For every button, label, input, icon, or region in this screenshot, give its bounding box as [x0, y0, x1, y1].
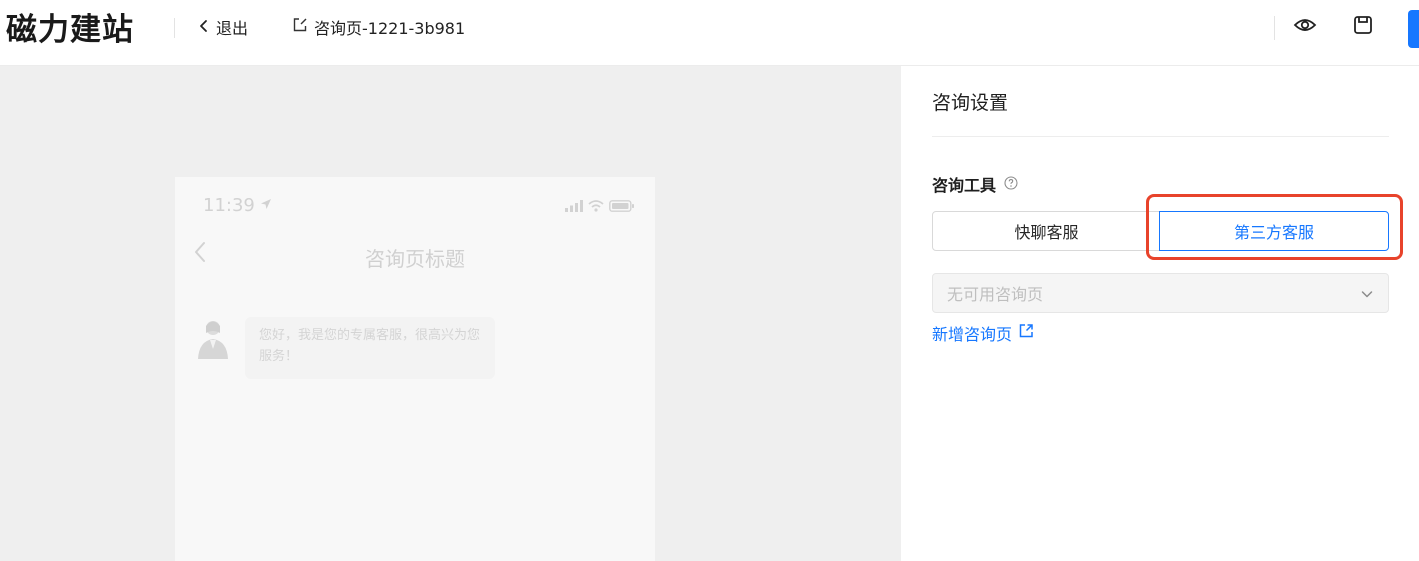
signal-icon	[565, 197, 583, 216]
add-consult-page-text: 新增咨询页	[932, 325, 1013, 344]
exit-label: 退出	[216, 19, 249, 38]
consult-tool-text: 咨询工具	[932, 176, 997, 195]
agent-avatar	[195, 317, 231, 359]
brand-logo: 磁力建站	[6, 12, 134, 48]
panel-title: 咨询设置	[932, 92, 1009, 114]
phone-preview: 11:39 咨询页标题 您好，我是您的专属客服，很高兴为您服务！	[175, 177, 655, 561]
chevron-down-icon	[1360, 286, 1374, 305]
wifi-icon	[588, 197, 604, 216]
save-button[interactable]	[1348, 12, 1378, 42]
phone-page-title: 咨询页标题	[365, 247, 465, 271]
editor-canvas: 11:39 咨询页标题 您好，我是您的专属客服，很高兴为您服务！	[0, 66, 901, 561]
top-bar: 磁力建站 退出 咨询页-1221-3b981	[0, 0, 1419, 66]
chevron-left-icon	[198, 18, 210, 37]
status-time: 11:39	[203, 195, 273, 216]
add-consult-page-link[interactable]: 新增咨询页	[932, 321, 1034, 345]
publish-button[interactable]	[1408, 10, 1419, 48]
select-placeholder: 无可用咨询页	[947, 285, 1044, 304]
settings-panel: 咨询设置 咨询工具 快聊客服 第三方客服 无可用咨询页 新增咨询页	[901, 66, 1419, 561]
tab-quick-chat-service[interactable]: 快聊客服	[932, 211, 1161, 251]
header-divider	[174, 18, 175, 38]
help-icon[interactable]	[1004, 175, 1018, 194]
page-name: 咨询页-1221-3b981	[314, 19, 466, 38]
status-icons	[565, 197, 635, 216]
battery-icon	[609, 197, 635, 216]
edit-icon	[292, 17, 308, 37]
panel-divider	[932, 136, 1389, 137]
consult-page-select[interactable]: 无可用咨询页	[932, 273, 1389, 313]
chat-message-bubble: 您好，我是您的专属客服，很高兴为您服务！	[245, 317, 495, 379]
tab-third-party-service[interactable]: 第三方客服	[1159, 211, 1389, 251]
status-time-text: 11:39	[203, 195, 255, 216]
consult-tool-label: 咨询工具	[932, 172, 1018, 196]
preview-button[interactable]	[1290, 12, 1320, 42]
save-icon	[1353, 15, 1373, 39]
eye-icon	[1293, 16, 1317, 38]
location-arrow-icon	[259, 195, 273, 216]
exit-button[interactable]: 退出	[198, 15, 248, 39]
header-divider-right	[1274, 16, 1275, 40]
page-name-edit[interactable]: 咨询页-1221-3b981	[292, 15, 465, 39]
external-link-icon	[1018, 323, 1034, 343]
